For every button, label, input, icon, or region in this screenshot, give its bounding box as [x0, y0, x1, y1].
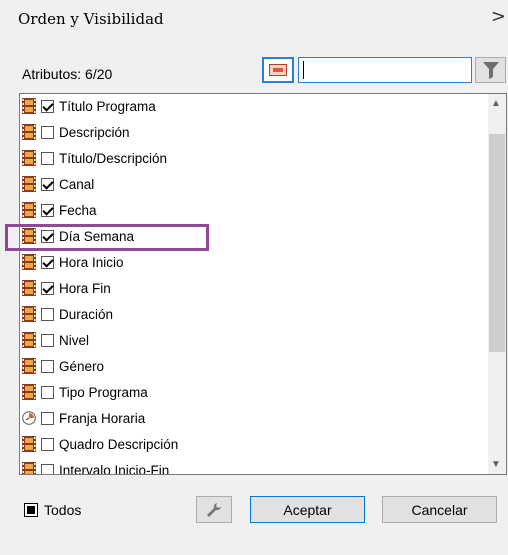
todos-checkbox[interactable]: Todos [24, 502, 81, 518]
film-icon [22, 358, 36, 374]
list-item[interactable]: Intervalo Inicio-Fin [22, 458, 170, 475]
item-label: Título Programa [59, 98, 156, 114]
scroll-down-arrow-icon[interactable]: ▼ [491, 459, 501, 470]
film-icon [22, 202, 36, 218]
clock-icon [22, 410, 36, 426]
list-item[interactable]: Tipo Programa [22, 380, 148, 404]
item-checkbox[interactable] [41, 125, 54, 139]
settings-button[interactable] [196, 496, 232, 523]
list-item[interactable]: Género [22, 354, 104, 378]
list-item[interactable]: Descripción [22, 120, 130, 144]
item-label: Título/Descripción [59, 150, 168, 166]
filter-button[interactable] [475, 57, 506, 83]
item-label: Hora Fin [59, 280, 111, 296]
list-item[interactable]: Fecha [22, 198, 97, 222]
list-item[interactable]: Duración [22, 302, 113, 326]
filter-icon [482, 62, 499, 79]
item-label: Canal [59, 176, 95, 192]
close-icon[interactable]: > [491, 6, 506, 27]
list-item[interactable]: Franja Horaria [22, 406, 145, 430]
item-checkbox[interactable] [41, 99, 54, 113]
item-label: Nivel [59, 332, 90, 348]
scroll-up-arrow-icon[interactable]: ▲ [491, 98, 501, 109]
item-checkbox[interactable] [41, 307, 54, 321]
search-input[interactable] [298, 57, 472, 83]
list-item[interactable]: Título Programa [22, 94, 156, 118]
film-icon [22, 98, 36, 114]
list-item[interactable]: Canal [22, 172, 94, 196]
item-checkbox[interactable] [41, 255, 54, 269]
item-checkbox[interactable] [41, 359, 54, 373]
cancel-button[interactable]: Cancelar [382, 496, 497, 523]
todos-indeterminate-box[interactable] [24, 503, 38, 517]
item-checkbox[interactable] [41, 463, 54, 474]
item-label: Intervalo Inicio-Fin [59, 462, 170, 475]
list-item[interactable]: Título/Descripción [22, 146, 167, 170]
film-icon [22, 436, 36, 452]
list-item[interactable]: Quadro Descripción [22, 432, 178, 456]
list-item[interactable]: Hora Fin [22, 276, 111, 300]
scroll-thumb[interactable] [489, 134, 505, 352]
item-label: Hora Inicio [59, 254, 124, 270]
item-label: Descripción [59, 124, 130, 140]
film-icon [22, 384, 36, 400]
item-checkbox[interactable] [41, 385, 54, 399]
film-icon [22, 150, 36, 166]
item-checkbox[interactable] [41, 177, 54, 191]
film-icon [22, 176, 36, 192]
attributes-count-label: Atributos: 6/20 [22, 66, 113, 82]
film-icon [22, 254, 36, 270]
card-icon [269, 64, 287, 76]
vertical-scrollbar[interactable]: ▲ ▼ [488, 94, 506, 474]
item-label: Tipo Programa [59, 384, 148, 400]
item-label: Franja Horaria [59, 410, 146, 426]
wrench-icon [207, 502, 221, 517]
item-label: Duración [59, 306, 114, 322]
select-mode-button[interactable] [262, 57, 294, 83]
item-label: Quadro Descripción [59, 436, 179, 452]
todos-label: Todos [44, 502, 82, 518]
window-title: Orden y Visibilidad [18, 10, 164, 28]
item-checkbox[interactable] [41, 203, 54, 217]
text-caret [303, 61, 304, 79]
item-checkbox[interactable] [41, 437, 54, 451]
list-item[interactable]: Nivel [22, 328, 89, 352]
item-label: Género [59, 358, 105, 374]
list-item[interactable]: Hora Inicio [22, 250, 124, 274]
film-icon [22, 462, 36, 474]
item-checkbox[interactable] [41, 151, 54, 165]
highlight-box [5, 224, 209, 251]
item-label: Fecha [59, 202, 97, 218]
attributes-list[interactable]: Título Programa Descripción Título/Descrip… [19, 93, 507, 475]
film-icon [22, 332, 36, 348]
item-checkbox[interactable] [41, 281, 54, 295]
film-icon [22, 280, 36, 296]
item-checkbox[interactable] [41, 411, 54, 425]
item-checkbox[interactable] [41, 333, 54, 347]
accept-button[interactable]: Aceptar [250, 496, 365, 523]
film-icon [22, 124, 36, 140]
film-icon [22, 306, 36, 322]
